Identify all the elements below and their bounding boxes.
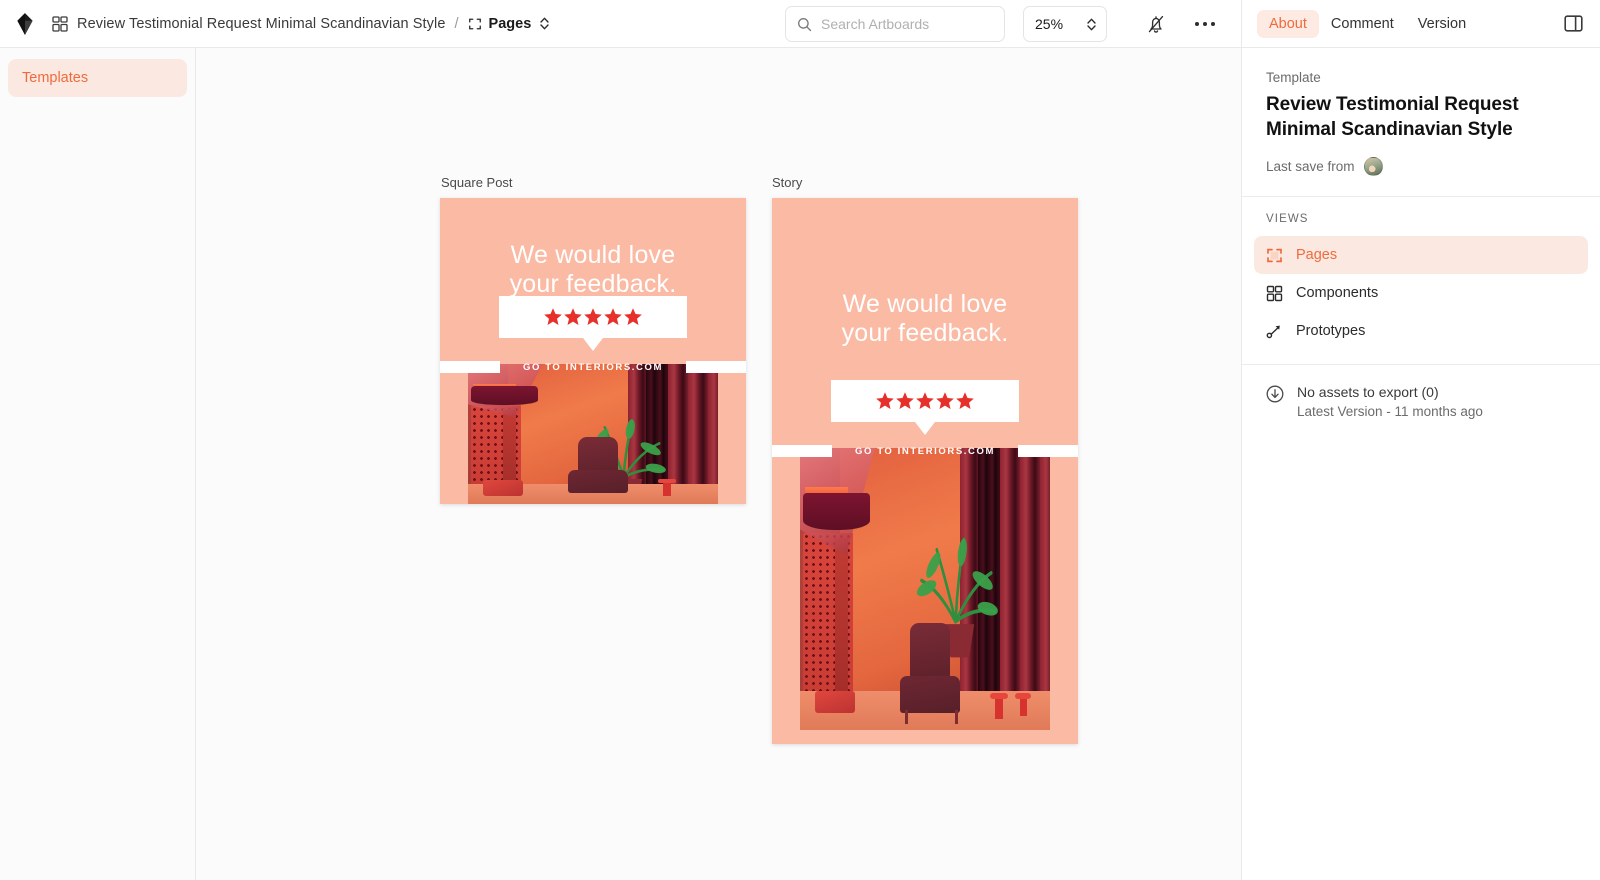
star-icon [624,308,642,325]
document-title[interactable]: Review Testimonial Request Minimal Scand… [77,16,446,32]
last-save-label: Last save from [1266,159,1355,175]
photo-stool-top [990,693,1008,699]
chevron-up-down-icon[interactable] [539,16,550,31]
star-rating [499,296,687,338]
views-heading: VIEWS [1266,213,1309,226]
export-version-info: Latest Version - 11 months ago [1297,404,1483,420]
star-icon [876,392,894,409]
ellipsis-icon[interactable] [1195,14,1225,34]
photo-stool [1020,696,1027,716]
star-icon [896,392,914,409]
photo-armchair [900,676,960,714]
view-item-components[interactable]: Components [1254,274,1588,312]
artboard-photo [468,364,718,504]
view-item-label: Components [1296,285,1379,302]
headline-line-1: We would love [842,290,1008,318]
artboard-cta: GO TO INTERIORS.COM [522,362,663,373]
tab-version[interactable]: Version [1406,10,1478,38]
download-circle-icon [1266,385,1284,403]
star-icon [544,308,562,325]
photo-cushion [815,690,855,714]
export-section[interactable]: No assets to export (0) Latest Version -… [1242,365,1600,438]
artboard-photo [800,448,1050,730]
photo-lamp-shade [470,386,538,405]
sketch-diamond-logo-icon[interactable] [12,11,38,37]
zoom-level-value: 25% [1035,16,1064,32]
view-item-label: Prototypes [1296,323,1366,340]
sidebar-toggle-icon[interactable] [1563,13,1584,34]
view-item-label: Pages [1296,247,1338,264]
inspector-tabs: About Comment Version [1241,0,1600,47]
search-input[interactable] [821,16,991,32]
search-artboards-box[interactable] [785,6,1005,42]
bell-slash-icon[interactable] [1143,11,1169,37]
photo-cushion [483,480,523,496]
current-page-name[interactable]: Pages [489,16,532,32]
prototype-flow-icon [1266,323,1283,340]
bubble-tail [583,338,603,351]
photo-lamp-shade [802,493,870,530]
artboard-page-icon [1266,247,1283,264]
photo-stool-top [1015,693,1032,699]
artboard-cta: GO TO INTERIORS.COM [854,446,995,457]
artboard-page-icon [468,18,481,29]
left-sidebar: Templates [0,48,196,880]
export-text-group: No assets to export (0) Latest Version -… [1297,384,1483,419]
photo-stool-top [658,478,676,483]
breadcrumb-separator: / [454,15,459,32]
top-toolbar: Review Testimonial Request Minimal Scand… [0,0,1600,48]
photo-stool [663,481,671,496]
artboard-canvas[interactable]: Square Post We would love your feedback.… [196,48,1241,880]
sidebar-item-templates[interactable]: Templates [8,59,187,97]
artboard-story[interactable]: We would love your feedback. GO TO INTER… [772,198,1078,744]
headline-line-2: your feedback. [841,319,1009,348]
star-icon [604,308,622,325]
artboard-headline: We would love your feedback. [772,290,1078,349]
template-kicker: Template [1266,70,1321,85]
template-title: Review Testimonial Request Minimal Scand… [1266,94,1519,141]
avatar[interactable] [1363,157,1383,177]
sidebar-item-label: Templates [22,70,89,86]
export-status: No assets to export (0) [1297,384,1439,401]
rating-bubble [831,380,1019,422]
artboard-label-story[interactable]: Story [772,175,802,190]
star-icon [936,392,954,409]
photo-armchair [568,470,628,493]
artboard-square-post[interactable]: We would love your feedback. GO TO INTER… [440,198,746,504]
grid-icon[interactable] [52,15,68,32]
ellipsis-dot [1195,22,1199,26]
photo-chair-leg [955,710,958,725]
ellipsis-dot [1203,22,1207,26]
last-save-row: Last save from [1266,157,1576,177]
star-icon [956,392,974,409]
star-rating [831,380,1019,422]
grid-icon [1266,285,1283,302]
headline-line-1: We would love [510,241,676,269]
star-icon [564,308,582,325]
chevron-up-down-icon[interactable] [1086,17,1097,32]
views-section: VIEWS Pages Components Prototypes [1242,197,1600,364]
about-inspector-panel: Template Review Testimonial Request Mini… [1241,48,1600,880]
tab-about[interactable]: About [1257,9,1319,38]
tab-comment[interactable]: Comment [1319,10,1406,38]
template-summary: Template Review Testimonial Request Mini… [1242,48,1600,196]
zoom-level-stepper[interactable]: 25% [1023,6,1107,42]
bubble-tail [915,422,935,435]
breadcrumb: Review Testimonial Request Minimal Scand… [0,0,550,48]
artboard-headline: We would love your feedback. [440,241,746,300]
search-icon [798,17,812,31]
photo-chair-leg [905,710,908,725]
ellipsis-dot [1211,22,1215,26]
view-item-pages[interactable]: Pages [1254,236,1588,275]
photo-stool [995,696,1003,719]
artboard-label-square-post[interactable]: Square Post [441,175,513,190]
rating-bubble [499,296,687,338]
star-icon [916,392,934,409]
toolbar-center-group: 25% [785,6,1107,42]
view-item-prototypes[interactable]: Prototypes [1254,312,1588,350]
star-icon [584,308,602,325]
